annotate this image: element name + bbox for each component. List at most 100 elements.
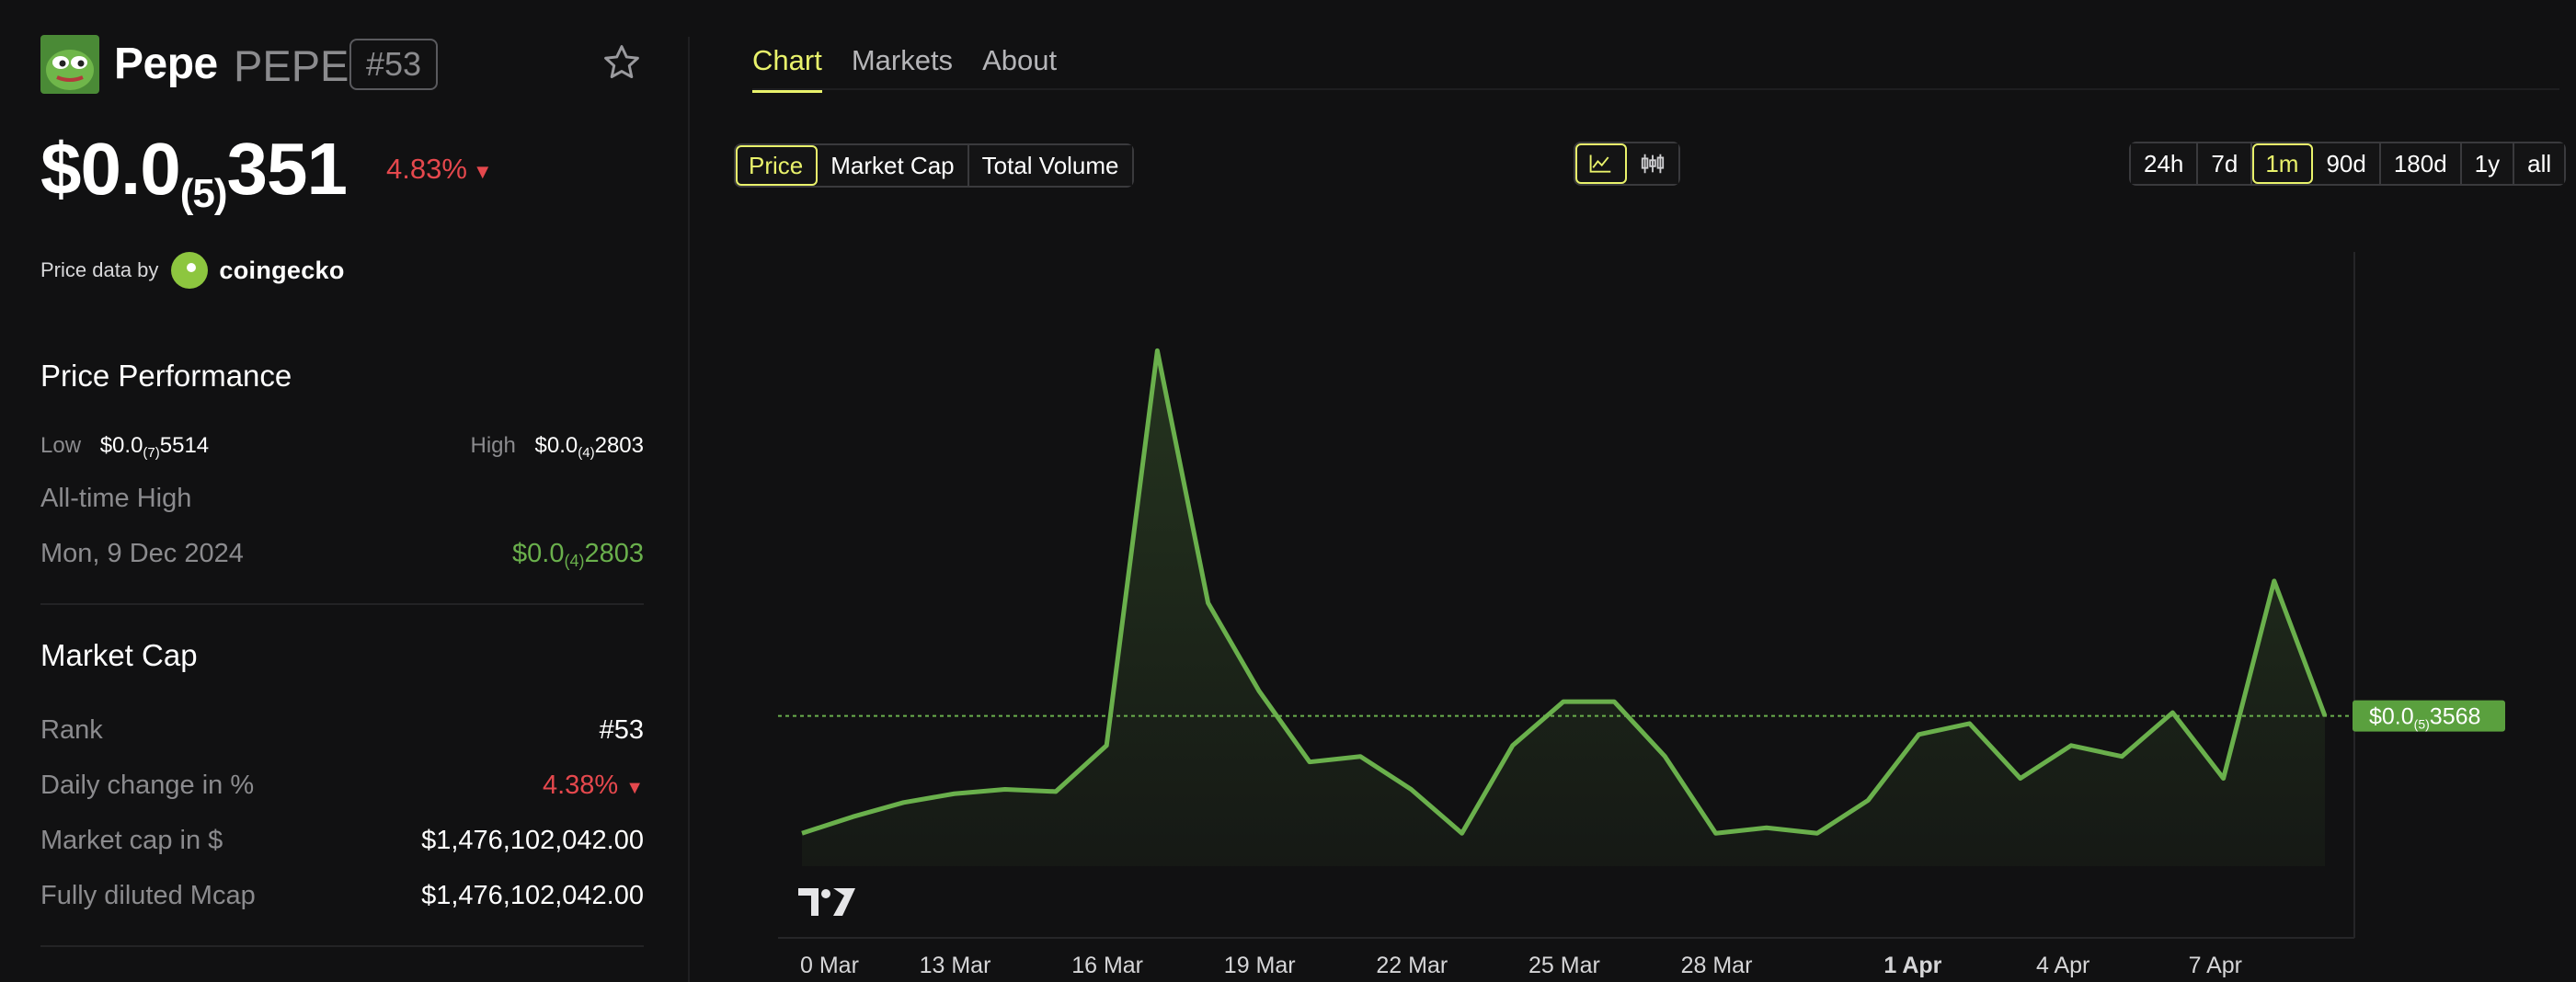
data-point <box>1409 787 1414 792</box>
range-1y-button[interactable]: 1y <box>2461 143 2515 184</box>
price-change-value: 4.83% <box>386 153 467 185</box>
market-cap-title: Market Cap <box>40 638 198 672</box>
candlestick-icon[interactable] <box>1627 143 1678 184</box>
data-point <box>1105 743 1109 748</box>
x-tick-label: 0 Mar <box>800 953 859 978</box>
data-point <box>2272 578 2276 583</box>
low-value: $0.0(7)5514 <box>99 433 210 461</box>
price-data-label: Price data by <box>40 258 159 281</box>
data-point <box>851 815 855 819</box>
tab-about[interactable]: About <box>982 44 1057 93</box>
pepe-logo-icon <box>40 35 99 94</box>
x-tick-label: 22 Mar <box>1376 953 1448 978</box>
high-value: $0.0(4)2803 <box>534 433 644 461</box>
price-value: $0.0(5)351 <box>40 127 348 216</box>
divider <box>40 945 644 947</box>
metric-market-cap-button[interactable]: Market Cap <box>818 145 969 186</box>
price-sub: (5) <box>179 171 228 216</box>
range-24h-button[interactable]: 24h <box>2131 143 2199 184</box>
down-arrow-icon: ▼ <box>472 160 493 183</box>
tab-bar: Chart Markets About <box>752 44 1057 93</box>
market-row-mcap: Market cap in $ $1,476,102,042.00 <box>40 825 644 855</box>
tab-markets[interactable]: Markets <box>852 44 953 93</box>
data-point <box>1155 348 1160 353</box>
rank-badge: #53 <box>349 39 439 90</box>
market-row-fdmc: Fully diluted Mcap $1,476,102,042.00 <box>40 880 644 910</box>
data-point <box>952 792 956 796</box>
down-arrow-icon: ▼ <box>625 777 644 798</box>
range-7d-button[interactable]: 7d <box>2198 143 2253 184</box>
data-point <box>1663 754 1667 759</box>
coin-header: Pepe PEPE #53 <box>40 35 644 94</box>
tradingview-logo-icon <box>798 888 855 916</box>
range-180d-button[interactable]: 180d <box>2380 143 2462 184</box>
x-tick-label: 19 Mar <box>1224 953 1296 978</box>
ath-date: Mon, 9 Dec 2024 <box>40 538 244 568</box>
x-tick-label: 1 Apr <box>1883 953 1941 978</box>
coin-name: Pepe <box>114 40 218 88</box>
x-tick-label: 25 Mar <box>1528 953 1600 978</box>
x-tick-label: 28 Mar <box>1681 953 1753 978</box>
data-point <box>1562 700 1566 704</box>
data-point <box>1206 600 1210 605</box>
data-point <box>1358 754 1363 759</box>
data-point <box>901 800 906 805</box>
data-point <box>2221 776 2226 781</box>
x-tick-label: 7 Apr <box>2189 953 2242 978</box>
range-1m-button[interactable]: 1m <box>2252 143 2314 184</box>
range-all-button[interactable]: all <box>2514 143 2565 184</box>
data-point <box>1815 831 1820 836</box>
market-row-rank: Rank #53 <box>40 714 644 745</box>
data-point <box>1054 789 1059 794</box>
metric-price-button[interactable]: Price <box>736 145 819 186</box>
price-data-attribution: Price data by coingecko <box>40 250 345 291</box>
coin-symbol: PEPE <box>234 41 349 90</box>
price-change: 4.83% ▼ <box>386 153 493 186</box>
data-point <box>1866 798 1871 803</box>
ath-value: $0.0(4)2803 <box>512 538 644 570</box>
provider-name[interactable]: coingecko <box>219 257 344 285</box>
x-tick-label: 16 Mar <box>1071 953 1143 978</box>
chart-type-selector <box>1574 142 1680 186</box>
metric-selector: Price Market Cap Total Volume <box>734 143 1134 188</box>
price-performance-title: Price Performance <box>40 359 292 393</box>
data-point <box>1510 743 1515 748</box>
data-point <box>1002 787 1007 792</box>
range-90d-button[interactable]: 90d <box>2313 143 2381 184</box>
divider <box>40 603 644 605</box>
data-point <box>800 831 805 836</box>
data-point <box>1967 721 1972 725</box>
coin-info-panel: Pepe PEPE #53 $0.0(5)351 4.83% ▼ Price da… <box>40 0 644 982</box>
data-point <box>2069 743 2074 748</box>
price-main: $0.0 <box>40 128 181 210</box>
line-chart-icon[interactable] <box>1575 143 1627 184</box>
range-selector: 24h 7d 1m 90d 180d 1y all <box>2129 142 2567 186</box>
data-point <box>1764 826 1769 830</box>
data-point <box>1612 700 1617 704</box>
data-point <box>1917 732 1921 736</box>
price-chart[interactable]: $0.0(5)35680 Mar 13 Mar 16 Mar 19 Mar 22 Mar… <box>734 239 2559 982</box>
low-high-row: Low $0.0(7)5514 High $0.0(4)2803 <box>40 432 644 461</box>
price-tail: 351 <box>226 128 347 210</box>
tab-chart[interactable]: Chart <box>752 44 822 93</box>
metric-total-volume-button[interactable]: Total Volume <box>968 145 1132 186</box>
data-point <box>1256 689 1261 693</box>
panel-divider <box>688 37 690 982</box>
market-row-daily-change: Daily change in % 4.38% ▼ <box>40 770 644 800</box>
low-label: Low <box>40 433 82 458</box>
chart-panel: Chart Markets About Price Market Cap Tot… <box>734 0 2567 982</box>
star-icon[interactable] <box>601 42 642 83</box>
data-point <box>2018 776 2022 781</box>
ath-label: All-time High <box>40 483 192 513</box>
ath-row: All-time High <box>40 480 644 517</box>
data-point <box>1460 831 1464 836</box>
x-tick-label: 4 Apr <box>2036 953 2089 978</box>
current-price: $0.0(5)351 4.83% ▼ <box>40 127 644 216</box>
data-point <box>2170 711 2175 715</box>
data-point <box>1713 831 1718 836</box>
ath-date-row: Mon, 9 Dec 2024 $0.0(4)2803 <box>40 535 644 572</box>
tabs-underline <box>752 88 2559 90</box>
high-label: High <box>470 433 516 458</box>
coingecko-logo-icon <box>171 252 209 289</box>
x-tick-label: 13 Mar <box>920 953 991 978</box>
